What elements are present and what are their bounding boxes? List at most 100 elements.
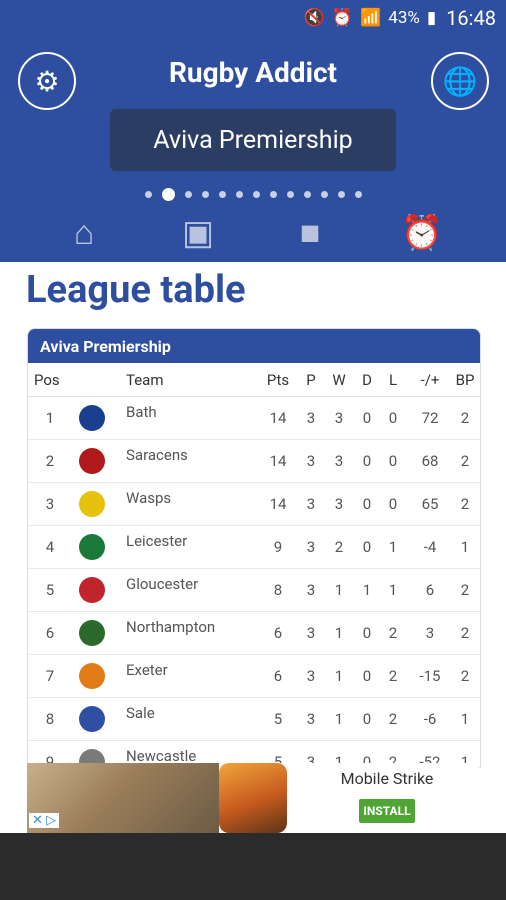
row-d: 1 [362, 581, 372, 599]
row-bp: 1 [460, 538, 470, 556]
status-bar: 🔇 ⏰ 📶 43% ▮ 16:48 [0, 0, 506, 36]
row-diff: 6 [425, 581, 435, 599]
team-logo-icon [76, 704, 108, 734]
row-pos: 1 [45, 409, 55, 427]
row-pts: 14 [269, 452, 287, 470]
table-row[interactable]: 1 Bath 14 3 3 0 0 72 2 [28, 397, 480, 440]
league-table: Aviva Premiership Pos Team Pts P W D L -… [27, 328, 481, 768]
row-team: Gloucester [126, 575, 199, 593]
row-l: 1 [388, 538, 398, 556]
row-d: 0 [362, 452, 372, 470]
row-p: 3 [306, 538, 316, 556]
row-l: 1 [388, 581, 398, 599]
row-team: Exeter [126, 661, 168, 679]
row-team: Sale [126, 704, 155, 722]
page-dot [184, 191, 192, 198]
team-crest-icon [79, 491, 105, 517]
image-icon: ▣ [181, 213, 215, 253]
header-pts: Pts [266, 370, 290, 389]
app-title: Rugby Addict [168, 56, 338, 89]
row-bp: 2 [460, 581, 470, 599]
page-dot [303, 191, 311, 198]
page-indicator [0, 188, 506, 201]
table-row[interactable]: 8 Sale 5 3 1 0 2 -6 1 [28, 698, 480, 741]
page-dot [320, 191, 328, 198]
page-dot [201, 191, 209, 198]
row-pos: 4 [45, 538, 55, 556]
nav-home[interactable]: ⌂ [64, 212, 104, 254]
header-bp: BP [455, 370, 475, 389]
row-bp: 2 [460, 452, 470, 470]
table-row[interactable]: 3 Wasps 14 3 3 0 0 65 2 [28, 483, 480, 526]
header-diff: -/+ [420, 370, 440, 389]
nav-alarm[interactable]: ⏰ [400, 212, 444, 254]
alarm-clock-icon: ⏰ [400, 213, 444, 253]
row-diff: -6 [423, 710, 437, 728]
row-l: 2 [388, 710, 398, 728]
adchoices-icon[interactable]: ✕ ▷ [29, 813, 60, 828]
table-header-row: Pos Team Pts P W D L -/+ BP [28, 363, 480, 397]
app-header: ⚙ Rugby Addict 🌐 Aviva Premiership ⌂ ▣ ■… [0, 36, 506, 262]
row-diff: 68 [421, 452, 439, 470]
table-row[interactable]: 2 Saracens 14 3 3 0 0 68 2 [28, 440, 480, 483]
team-logo-icon [76, 489, 108, 519]
header-w: W [332, 370, 346, 389]
team-logo-icon [76, 575, 108, 605]
header-p: P [306, 370, 316, 389]
row-d: 0 [362, 667, 372, 685]
row-bp: 2 [460, 667, 470, 685]
row-w: 1 [334, 581, 344, 599]
row-w: 2 [334, 538, 344, 556]
home-icon: ⌂ [73, 213, 95, 253]
page-dot [252, 191, 260, 198]
table-row[interactable]: 4 Leicester 9 3 2 0 1 -4 1 [28, 526, 480, 569]
row-p: 3 [306, 581, 316, 599]
row-p: 3 [306, 624, 316, 642]
team-crest-icon [79, 448, 105, 474]
table-row[interactable]: 5 Gloucester 8 3 1 1 1 6 2 [28, 569, 480, 612]
page-dot [269, 191, 277, 198]
row-bp: 2 [460, 495, 470, 513]
table-row[interactable]: 7 Exeter 6 3 1 0 2 -15 2 [28, 655, 480, 698]
league-selector[interactable]: Aviva Premiership [110, 109, 396, 171]
row-d: 0 [362, 538, 372, 556]
nav-gallery[interactable]: ▣ [178, 212, 218, 254]
row-p: 3 [306, 452, 316, 470]
row-d: 0 [362, 710, 372, 728]
table-title: Aviva Premiership [28, 329, 480, 363]
page-dot [144, 191, 152, 198]
team-logo-icon [76, 446, 108, 476]
nav-video[interactable]: ■ [290, 212, 330, 254]
table-row[interactable]: 6 Northampton 6 3 1 0 2 3 2 [28, 612, 480, 655]
team-crest-icon [79, 405, 105, 431]
row-diff: 3 [425, 624, 435, 642]
row-team: Northampton [126, 618, 216, 636]
header-l: L [388, 370, 398, 389]
wifi-icon: 📶 [360, 7, 382, 28]
row-pos: 2 [45, 452, 55, 470]
team-crest-icon [79, 534, 105, 560]
team-crest-icon [79, 577, 105, 603]
header-pos: Pos [34, 370, 60, 389]
row-pts: 6 [273, 667, 283, 685]
status-icons: 🔇 ⏰ 📶 43% ▮ [303, 7, 436, 28]
page-dot [235, 191, 243, 198]
ad-game-icon[interactable] [219, 763, 287, 833]
ad-install-button[interactable]: INSTALL [359, 799, 415, 823]
row-pos: 3 [45, 495, 55, 513]
alarm-icon: ⏰ [331, 7, 354, 28]
mute-icon: 🔇 [303, 7, 325, 28]
row-team: Bath [126, 403, 157, 421]
row-pts: 14 [269, 409, 287, 427]
row-bp: 1 [460, 710, 470, 728]
page-dot [218, 191, 226, 198]
team-logo-icon [76, 661, 108, 691]
row-w: 3 [334, 409, 344, 427]
row-pts: 6 [273, 624, 283, 642]
row-bp: 2 [460, 624, 470, 642]
row-pts: 14 [269, 495, 287, 513]
language-button[interactable]: 🌐 [431, 52, 489, 110]
ad-title[interactable]: Mobile Strike [295, 769, 479, 788]
team-crest-icon [79, 663, 105, 689]
ad-banner[interactable]: Mobile Strike INSTALL ✕ ▷ [27, 763, 479, 833]
